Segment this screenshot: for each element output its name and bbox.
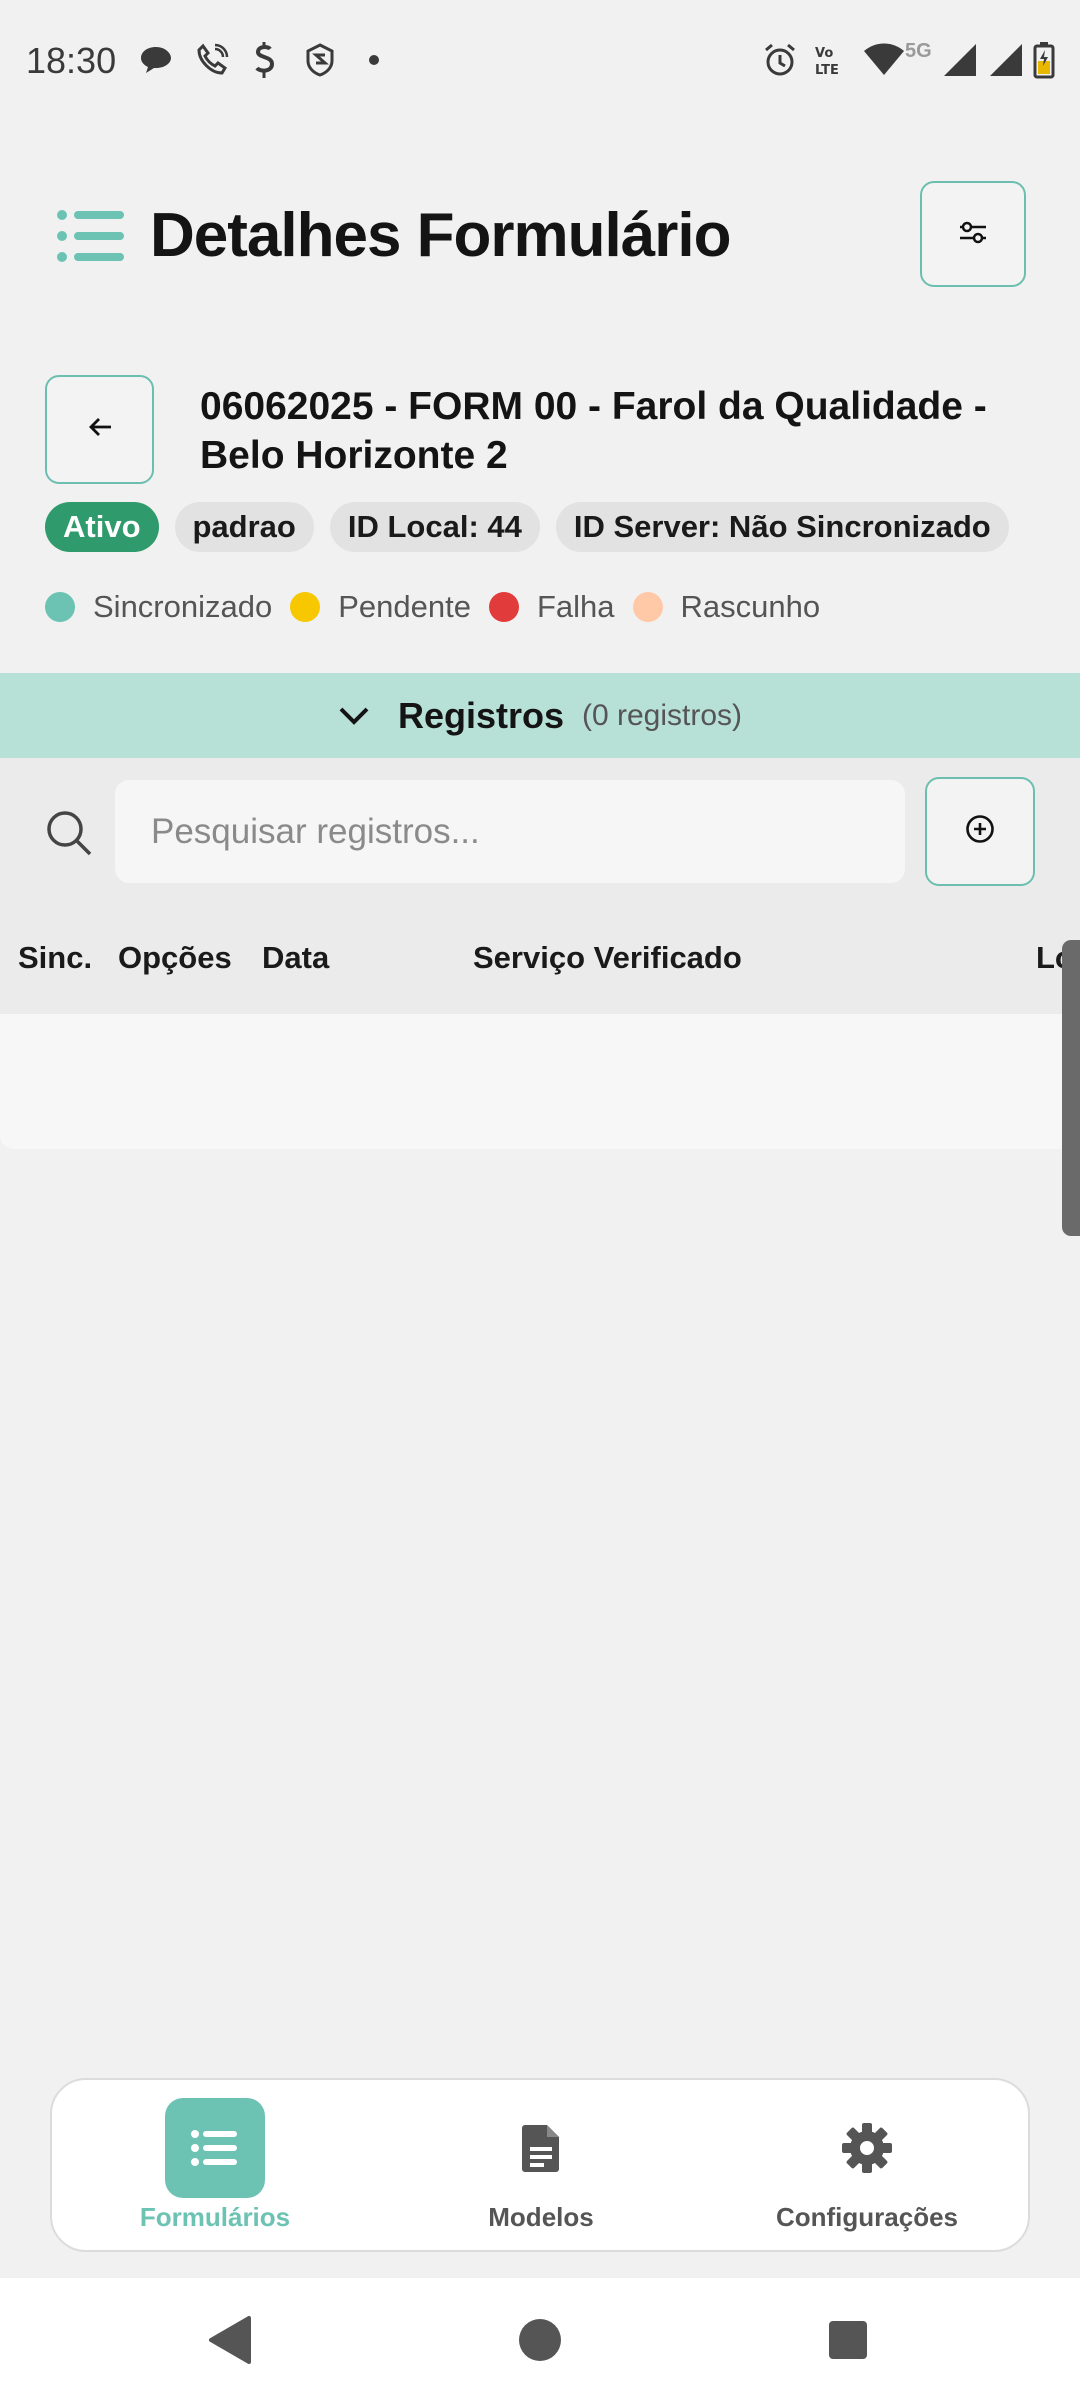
status-badge: Ativo [45, 502, 159, 552]
shield-s-icon [302, 40, 338, 80]
column-header-data[interactable]: Data [262, 940, 329, 976]
column-header-servico-verificado[interactable]: Serviço Verificado [473, 940, 742, 976]
type-badge: padrao [174, 502, 314, 552]
nav-item-modelos[interactable]: Modelos [378, 2080, 704, 2250]
legend-dot [45, 592, 75, 622]
legend-item-pendente: Pendente [290, 589, 471, 625]
registros-toggle[interactable]: Registros (0 registros) [0, 673, 1080, 758]
signal-icon [940, 40, 980, 80]
document-icon [491, 2098, 591, 2198]
form-chips: Ativo padrao ID Local: 44 ID Server: Não… [45, 502, 1009, 552]
column-header-sinc[interactable]: Sinc. [18, 940, 92, 976]
system-back-icon[interactable] [200, 2310, 260, 2370]
filter-button[interactable] [920, 181, 1026, 287]
network-type-label: 5G [905, 40, 932, 62]
signal-icon [986, 40, 1026, 80]
svg-text:LTE: LTE [815, 63, 839, 77]
legend-dot [632, 592, 663, 622]
legend-item-falha: Falha [488, 589, 615, 625]
wifi-icon [862, 40, 906, 80]
sliders-icon [958, 219, 988, 250]
bottom-nav: Formulários Modelos Configurações [50, 2078, 1030, 2252]
legend-item-rascunho: Rascunho [632, 589, 821, 625]
gear-icon [817, 2098, 917, 2198]
nav-item-formularios[interactable]: Formulários [52, 2080, 378, 2250]
page-title: Detalhes Formulário [150, 201, 731, 270]
table-scrollbar[interactable] [1062, 940, 1080, 1236]
back-button[interactable] [45, 375, 154, 484]
form-title: 06062025 - FORM 00 - Farol da Qualidade … [200, 385, 987, 477]
local-id-badge: ID Local: 44 [329, 502, 540, 552]
search-icon [44, 808, 94, 858]
nav-item-configuracoes[interactable]: Configurações [704, 2080, 1030, 2250]
legend-dot [488, 592, 519, 622]
legend-label: Rascunho [680, 589, 821, 624]
legend-label: Falha [536, 589, 615, 624]
nav-label: Formulários [139, 2202, 291, 2232]
add-record-button[interactable] [925, 777, 1035, 886]
nav-label: Configurações [775, 2202, 959, 2232]
arrow-left-icon [87, 416, 113, 443]
table-body-empty [0, 1014, 1064, 1149]
system-recents-icon[interactable] [818, 2310, 878, 2370]
system-home-icon[interactable] [510, 2310, 570, 2370]
notification-dot-icon [366, 40, 382, 80]
battery-charging-icon [1030, 40, 1058, 80]
legend-dot [290, 592, 321, 622]
list-icon [165, 2098, 265, 2198]
legend-label: Sincronizado [93, 589, 273, 624]
legend-label: Pendente [338, 589, 471, 624]
sync-legend: Sincronizado Pendente Falha Rascunho [45, 589, 838, 625]
column-header-opcoes[interactable]: Opções [118, 940, 232, 976]
table-header: Sinc. Opções Data Serviço Verificado Loc [0, 900, 1080, 1014]
nav-label: Modelos [488, 2202, 594, 2232]
chevron-down-icon [338, 706, 370, 726]
status-bar: 18:30 Vo LTE 5G [0, 0, 1080, 120]
registros-count: (0 registros) [582, 698, 743, 732]
legend-item-sincronizado: Sincronizado [45, 589, 272, 625]
status-time: 18:30 [26, 40, 117, 81]
plus-circle-icon [965, 814, 995, 849]
chat-bubble-icon [136, 40, 176, 80]
phone-call-icon [192, 40, 232, 80]
search-input[interactable] [115, 780, 905, 883]
svg-text:Vo: Vo [815, 46, 833, 61]
menu-list-icon[interactable] [56, 206, 126, 266]
alarm-icon [760, 40, 800, 80]
system-nav-bar [0, 2278, 1080, 2400]
dollar-s-icon [248, 40, 280, 80]
registros-title: Registros [397, 694, 564, 736]
volte-icon: Vo LTE [812, 40, 852, 80]
server-id-badge: ID Server: Não Sincronizado [555, 502, 1009, 552]
